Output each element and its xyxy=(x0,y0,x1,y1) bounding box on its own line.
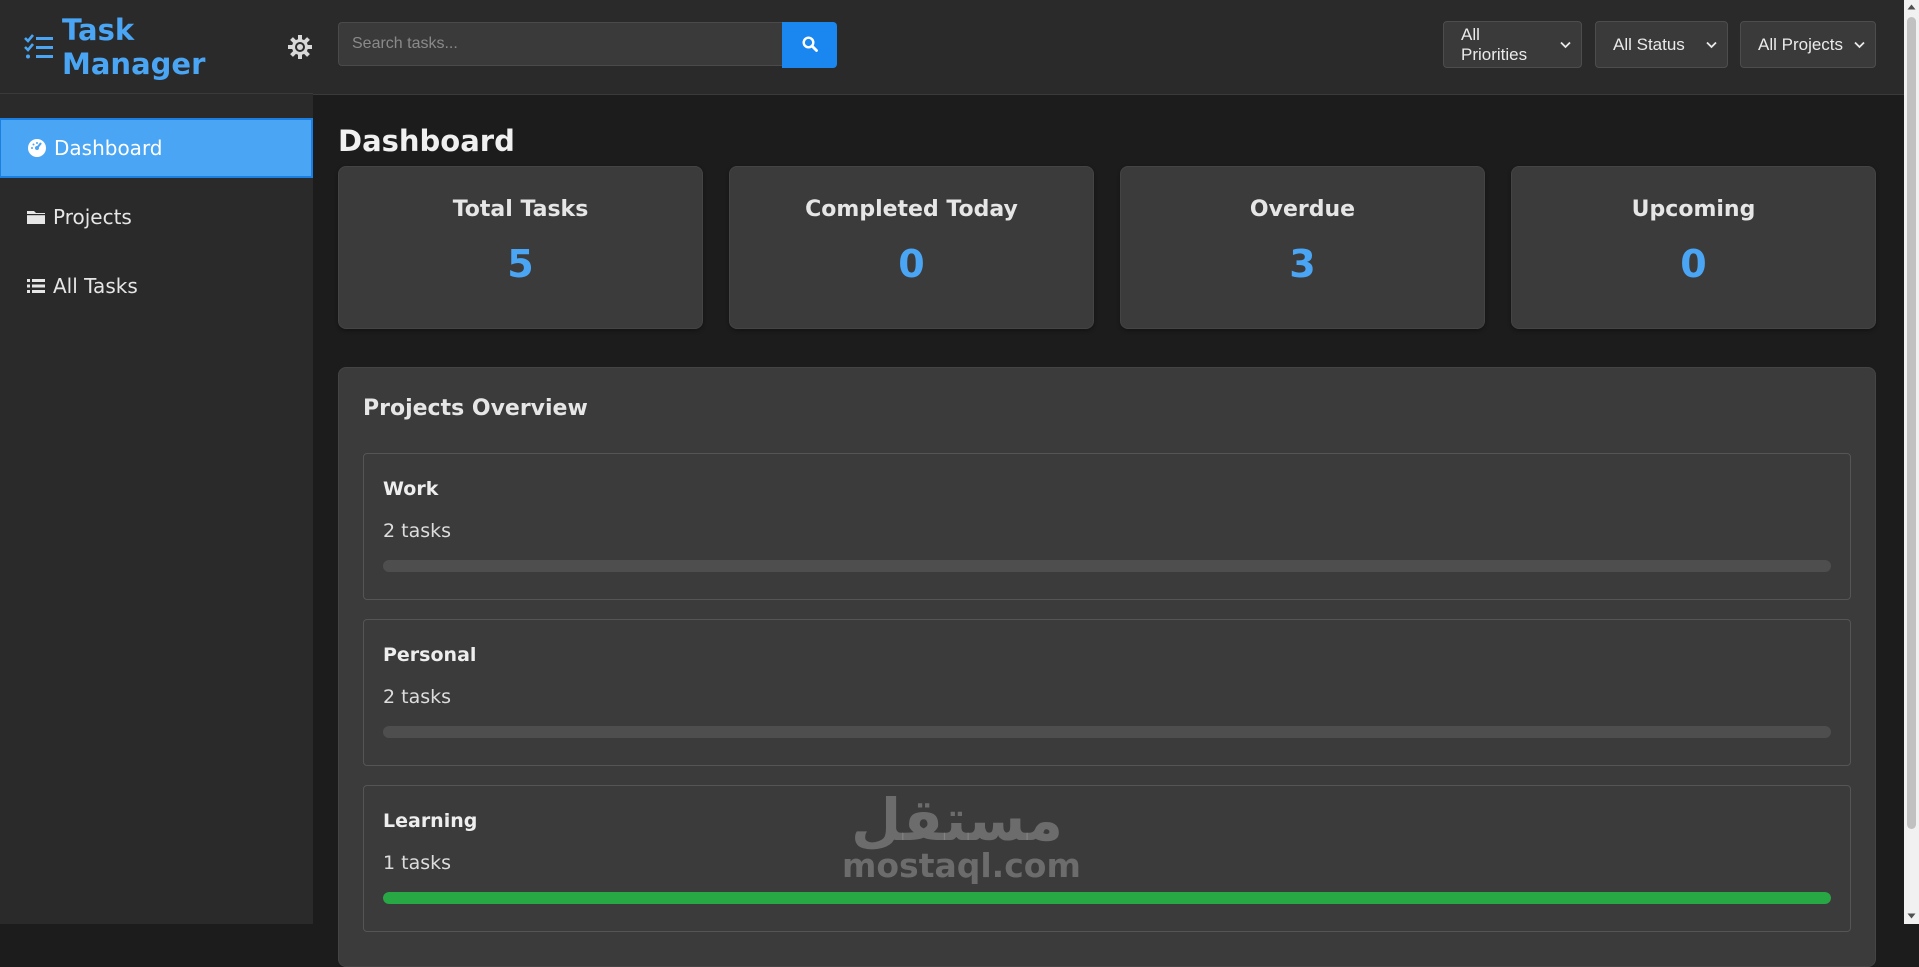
stat-value: 3 xyxy=(1289,242,1316,286)
status-filter-select[interactable]: All Status xyxy=(1595,21,1728,68)
watermark: مستقل mostaql.com xyxy=(842,786,1081,885)
scroll-down-arrow-icon[interactable] xyxy=(1907,913,1916,919)
project-name: Personal xyxy=(383,644,477,666)
stat-value: 5 xyxy=(507,242,534,286)
topbar: All Priorities All Status All Projects xyxy=(313,0,1919,95)
watermark-arabic: مستقل xyxy=(850,786,1064,854)
project-filter-select[interactable]: All Projects xyxy=(1740,21,1876,68)
stat-value: 0 xyxy=(898,242,925,286)
search-button[interactable] xyxy=(782,22,837,68)
project-card-work[interactable]: Work 2 tasks xyxy=(363,453,1851,600)
project-progress-bar xyxy=(383,726,1831,738)
project-card-personal[interactable]: Personal 2 tasks xyxy=(363,619,1851,766)
stat-value: 0 xyxy=(1680,242,1707,286)
search-icon xyxy=(801,35,818,55)
project-filter-value: All Projects xyxy=(1758,34,1844,54)
chevron-down-icon xyxy=(1854,41,1865,49)
stat-label: Upcoming xyxy=(1631,197,1756,222)
page-title: Dashboard xyxy=(338,124,515,158)
stat-card-total-tasks: Total Tasks 5 xyxy=(338,166,703,329)
status-filter-value: All Status xyxy=(1613,34,1685,54)
stat-label: Total Tasks xyxy=(452,197,589,222)
project-task-count: 2 tasks xyxy=(383,520,452,542)
sidebar: Task Manager Dashboard Projects All Task… xyxy=(0,0,313,924)
scroll-up-arrow-icon[interactable] xyxy=(1907,4,1916,10)
search-input[interactable] xyxy=(338,22,782,66)
sidebar-item-label: Dashboard xyxy=(54,136,163,160)
project-name: Work xyxy=(383,478,439,500)
chevron-down-icon xyxy=(1560,41,1571,49)
stat-card-completed-today: Completed Today 0 xyxy=(729,166,1094,329)
sidebar-item-dashboard[interactable]: Dashboard xyxy=(0,118,313,178)
folder-icon xyxy=(25,206,47,228)
project-progress-bar xyxy=(383,892,1831,904)
scrollbar-thumb[interactable] xyxy=(1907,17,1916,829)
priority-filter-select[interactable]: All Priorities xyxy=(1443,21,1582,68)
sidebar-item-label: All Tasks xyxy=(53,274,138,298)
project-task-count: 1 tasks xyxy=(383,852,452,874)
sidebar-item-projects[interactable]: Projects xyxy=(0,187,313,247)
main-content: Dashboard Total Tasks 5 Completed Today … xyxy=(338,94,1876,967)
sidebar-item-all-tasks[interactable]: All Tasks xyxy=(0,256,313,316)
section-title: Projects Overview xyxy=(363,396,588,421)
watermark-latin: mostaql.com xyxy=(842,846,1081,885)
stat-label: Overdue xyxy=(1249,197,1356,222)
progress-fill xyxy=(383,892,1831,904)
tasks-icon xyxy=(24,33,54,60)
priority-filter-value: All Priorities xyxy=(1461,24,1528,64)
project-card-learning[interactable]: Learning 1 tasks xyxy=(363,785,1851,932)
project-progress-bar xyxy=(383,560,1831,572)
stats-row: Total Tasks 5 Completed Today 0 Overdue … xyxy=(338,166,1876,329)
sidebar-item-label: Projects xyxy=(53,205,132,229)
chevron-down-icon xyxy=(1706,41,1717,49)
stat-label: Completed Today xyxy=(805,197,1018,222)
project-name: Learning xyxy=(383,810,478,832)
stat-card-upcoming: Upcoming 0 xyxy=(1511,166,1876,329)
project-task-count: 2 tasks xyxy=(383,686,452,708)
stat-card-overdue: Overdue 3 xyxy=(1120,166,1485,329)
app-title: Task Manager xyxy=(62,12,206,81)
list-icon xyxy=(25,275,47,297)
sidebar-nav: Dashboard Projects All Tasks xyxy=(0,118,313,316)
page-scrollbar[interactable] xyxy=(1904,0,1919,924)
theme-toggle-icon[interactable] xyxy=(287,34,313,60)
projects-overview: Projects Overview Work 2 tasks Personal … xyxy=(338,367,1876,967)
brand: Task Manager xyxy=(0,0,313,94)
gauge-icon xyxy=(26,137,48,159)
